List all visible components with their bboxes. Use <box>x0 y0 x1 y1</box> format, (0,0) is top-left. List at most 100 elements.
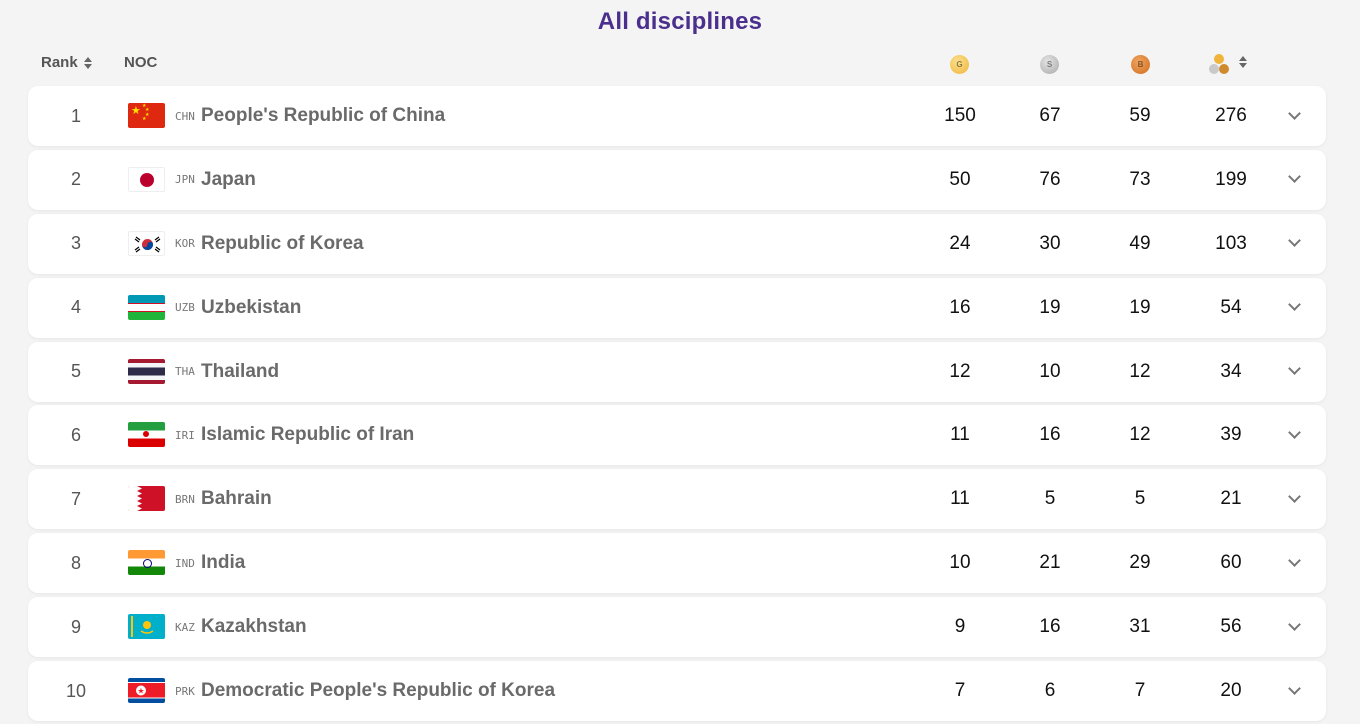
noc-code: KAZ <box>175 620 195 634</box>
gold-count: 10 <box>949 552 971 574</box>
table-row[interactable]: 3 KOR Republic of Korea 24 30 49 103 <box>28 213 1326 274</box>
rank-cell: 4 <box>70 297 81 318</box>
country-name[interactable]: Democratic People's Republic of Korea <box>201 661 555 721</box>
gold-count: 150 <box>944 105 976 126</box>
medal-table: 1 ★ ★ ★ ★ ★ CHN People's Republic of Chi… <box>28 86 1326 724</box>
gold-count: 11 <box>950 488 970 510</box>
rank-header-label: Rank <box>41 54 78 71</box>
silver-medal-icon: S <box>1040 55 1059 74</box>
silver-count: 16 <box>1039 616 1061 638</box>
chevron-down-icon[interactable] <box>1282 469 1306 529</box>
gold-count: 7 <box>954 680 966 702</box>
svg-text:★: ★ <box>137 687 144 696</box>
gold-count: 50 <box>949 168 971 190</box>
total-count: 276 <box>1215 105 1247 126</box>
chevron-down-icon[interactable] <box>1282 342 1306 402</box>
total-count: 34 <box>1220 360 1242 382</box>
gold-count: 16 <box>949 296 971 318</box>
silver-count: 67 <box>1039 105 1061 126</box>
sort-icon[interactable] <box>83 56 92 69</box>
bronze-count: 31 <box>1129 616 1151 638</box>
table-row[interactable]: 8 IND India 10 21 29 60 <box>28 533 1326 594</box>
country-name[interactable]: People's Republic of China <box>201 86 445 146</box>
bronze-count: 12 <box>1129 360 1151 382</box>
bahrain-flag-icon <box>128 486 165 512</box>
gold-count: 11 <box>950 424 970 446</box>
bronze-count: 59 <box>1129 105 1151 126</box>
chevron-down-icon[interactable] <box>1282 661 1306 721</box>
bronze-count: 12 <box>1129 424 1151 446</box>
bronze-count: 19 <box>1129 296 1151 318</box>
bronze-count: 29 <box>1129 552 1151 574</box>
table-row[interactable]: 6 IRI Islamic Republic of Iran 11 16 12 … <box>28 405 1326 466</box>
table-row[interactable]: 10 ★ PRK Democratic People's Republic of… <box>28 661 1326 722</box>
total-count: 21 <box>1220 488 1242 510</box>
bronze-count: 73 <box>1129 168 1151 190</box>
gold-medal-icon: G <box>950 55 969 74</box>
noc-code: UZB <box>175 301 195 315</box>
rank-cell: 8 <box>70 552 81 573</box>
country-name[interactable]: Thailand <box>201 342 279 402</box>
japan-flag-icon <box>128 166 165 192</box>
rank-cell: 5 <box>70 361 81 382</box>
silver-count: 30 <box>1039 232 1061 254</box>
rank-cell: 9 <box>70 616 81 637</box>
table-row[interactable]: 1 ★ ★ ★ ★ ★ CHN People's Republic of Chi… <box>28 86 1326 146</box>
silver-count: 19 <box>1039 296 1061 318</box>
kazakhstan-flag-icon <box>128 614 165 640</box>
total-count: 199 <box>1215 168 1247 190</box>
table-row[interactable]: 2 JPN Japan 50 76 73 199 <box>28 149 1326 210</box>
rank-cell: 2 <box>70 169 81 190</box>
total-count: 56 <box>1220 616 1242 638</box>
chevron-down-icon[interactable] <box>1282 597 1306 657</box>
table-row[interactable]: 9 KAZ Kazakhstan 9 16 31 56 <box>28 597 1326 658</box>
total-count: 39 <box>1220 424 1242 446</box>
gold-count: 9 <box>954 616 966 638</box>
rank-column-header[interactable]: Rank <box>41 54 92 71</box>
total-sort-icon[interactable] <box>1239 56 1247 68</box>
noc-code: IRI <box>175 428 195 442</box>
iran-flag-icon <box>128 422 165 448</box>
noc-code: PRK <box>175 684 195 698</box>
chevron-down-icon[interactable] <box>1282 405 1306 465</box>
bronze-count: 5 <box>1134 488 1146 510</box>
thailand-flag-icon <box>128 358 165 384</box>
rank-cell: 3 <box>70 233 81 254</box>
silver-count: 5 <box>1044 488 1056 510</box>
silver-count: 21 <box>1039 552 1061 574</box>
china-flag-icon: ★ ★ ★ ★ ★ <box>128 103 165 128</box>
total-medals-icon <box>1209 54 1233 76</box>
country-name[interactable]: Kazakhstan <box>201 597 307 657</box>
table-row[interactable]: 5 THA Thailand 12 10 12 34 <box>28 341 1326 402</box>
chevron-down-icon[interactable] <box>1282 533 1306 593</box>
chevron-down-icon[interactable] <box>1282 150 1306 210</box>
country-name[interactable]: Uzbekistan <box>201 278 301 338</box>
chevron-down-icon[interactable] <box>1282 86 1306 146</box>
gold-count: 24 <box>949 232 971 254</box>
noc-code: KOR <box>175 237 195 251</box>
total-count: 20 <box>1220 680 1242 702</box>
noc-code: JPN <box>175 173 195 187</box>
country-name[interactable]: India <box>201 533 245 593</box>
noc-column-header: NOC <box>124 54 157 71</box>
noc-code: CHN <box>175 109 195 123</box>
uzbekistan-flag-icon <box>128 294 165 320</box>
silver-count: 16 <box>1039 424 1061 446</box>
north-korea-flag-icon: ★ <box>128 678 165 704</box>
noc-code: BRN <box>175 492 195 506</box>
table-row[interactable]: 4 UZB Uzbekistan 16 19 19 54 <box>28 277 1326 338</box>
bronze-count: 7 <box>1134 680 1146 702</box>
chevron-down-icon[interactable] <box>1282 278 1306 338</box>
table-row[interactable]: 7 BRN Bahrain 11 5 5 21 <box>28 469 1326 530</box>
country-name[interactable]: Republic of Korea <box>201 214 364 274</box>
country-name[interactable]: Japan <box>201 150 256 210</box>
table-header: Rank NOC G S B <box>0 50 1360 78</box>
india-flag-icon <box>128 550 165 576</box>
country-name[interactable]: Bahrain <box>201 469 272 529</box>
country-name[interactable]: Islamic Republic of Iran <box>201 405 414 465</box>
chevron-down-icon[interactable] <box>1282 214 1306 274</box>
rank-cell: 10 <box>65 680 87 701</box>
noc-code: THA <box>175 365 195 379</box>
rank-cell: 7 <box>70 488 81 509</box>
silver-count: 10 <box>1039 360 1061 382</box>
